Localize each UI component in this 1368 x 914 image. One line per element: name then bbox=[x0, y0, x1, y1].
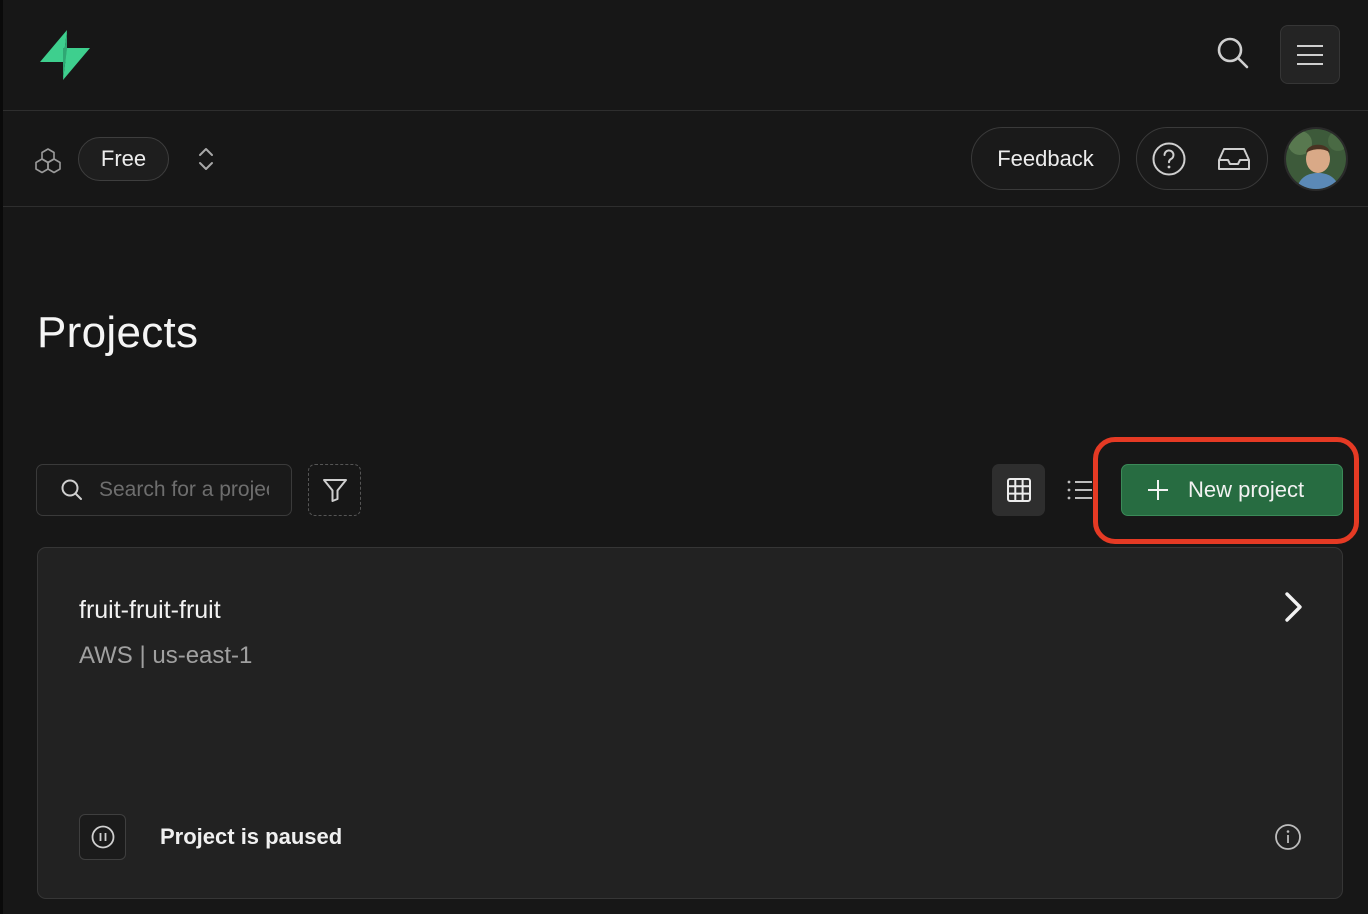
search-icon[interactable] bbox=[1210, 30, 1256, 76]
search-icon bbox=[61, 479, 82, 500]
feedback-button[interactable]: Feedback bbox=[971, 127, 1120, 190]
page: Free Feedback Projects Search for a proj… bbox=[0, 0, 1368, 914]
filter-icon bbox=[322, 479, 347, 502]
project-status: Project is paused bbox=[160, 824, 343, 849]
project-search-box bbox=[36, 464, 292, 516]
help-icon[interactable] bbox=[1151, 141, 1187, 177]
plus-icon bbox=[1148, 480, 1168, 500]
info-icon[interactable] bbox=[1274, 823, 1302, 851]
new-project-button[interactable]: New project bbox=[1121, 464, 1343, 516]
help-inbox-group bbox=[1136, 127, 1268, 190]
chevron-up-down-icon[interactable] bbox=[194, 145, 218, 173]
organization-icon bbox=[34, 147, 62, 175]
project-name: fruit-fruit-fruit bbox=[79, 596, 221, 624]
chevron-right-icon[interactable] bbox=[1280, 590, 1306, 624]
project-region: AWS | us-east-1 bbox=[79, 642, 253, 669]
filter-button[interactable] bbox=[308, 464, 361, 516]
grid-view-button[interactable] bbox=[992, 464, 1045, 516]
inbox-icon[interactable] bbox=[1215, 141, 1253, 177]
top-bar bbox=[3, 0, 1368, 111]
pause-icon bbox=[91, 825, 114, 849]
menu-button[interactable] bbox=[1280, 25, 1340, 84]
search-input[interactable] bbox=[99, 478, 269, 502]
user-avatar[interactable] bbox=[1284, 127, 1348, 191]
project-card[interactable]: fruit-fruit-fruit AWS | us-east-1 Projec… bbox=[37, 547, 1343, 899]
supabase-logo-icon[interactable] bbox=[36, 28, 90, 82]
list-view-button[interactable] bbox=[1059, 464, 1101, 516]
grid-view-icon bbox=[1006, 478, 1031, 502]
plan-badge: Free bbox=[78, 137, 169, 181]
list-view-icon bbox=[1067, 480, 1092, 500]
new-project-label: New project bbox=[1188, 477, 1305, 502]
organization-bar: Free Feedback bbox=[3, 111, 1368, 207]
pause-status-box bbox=[79, 814, 126, 860]
page-title: Projects bbox=[37, 308, 199, 357]
hamburger-menu-icon bbox=[1297, 44, 1323, 65]
